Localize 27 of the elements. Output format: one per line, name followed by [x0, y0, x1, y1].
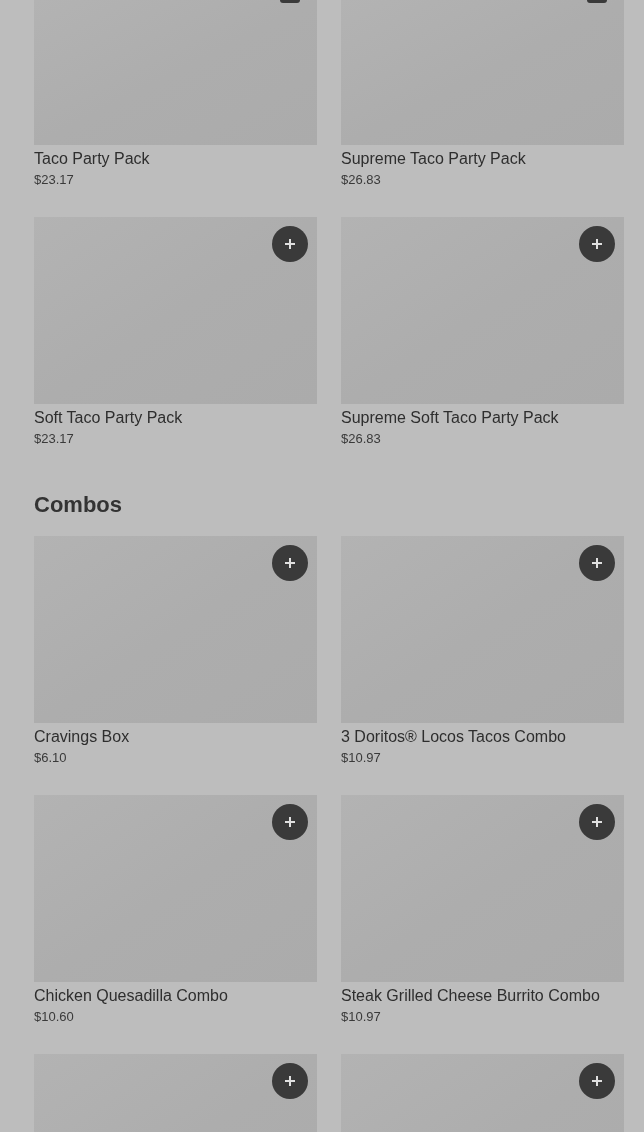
item-name: Chicken Quesadilla Combo	[34, 986, 229, 1006]
item-price: $26.83	[341, 172, 382, 188]
item-name: Soft Taco Party Pack	[34, 408, 184, 428]
section-heading: Combos	[34, 491, 123, 519]
item-name: Cravings Box	[34, 727, 131, 747]
item-price: $6.10	[34, 750, 68, 766]
plus-icon	[284, 557, 296, 569]
item-price: $23.17	[34, 431, 75, 447]
plus-icon	[591, 238, 603, 250]
plus-icon	[591, 1075, 603, 1087]
item-price: $10.97	[341, 1009, 382, 1025]
item-name: Supreme Taco Party Pack	[341, 149, 527, 169]
plus-icon	[284, 816, 296, 828]
item-name: Taco Party Pack	[34, 149, 151, 169]
item-name: 3 Doritos® Locos Tacos Combo	[341, 727, 567, 747]
item-price: $10.60	[34, 1009, 75, 1025]
plus-icon	[284, 238, 296, 250]
plus-icon	[591, 557, 603, 569]
plus-icon	[284, 1075, 296, 1087]
item-price: $23.17	[34, 172, 75, 188]
item-name: Steak Grilled Cheese Burrito Combo	[341, 986, 601, 1006]
item-name: Supreme Soft Taco Party Pack	[341, 408, 560, 428]
item-price: $26.83	[341, 431, 382, 447]
add-button[interactable]	[587, 0, 607, 3]
plus-icon	[591, 816, 603, 828]
add-button[interactable]	[280, 0, 300, 3]
item-price: $10.97	[341, 750, 382, 766]
